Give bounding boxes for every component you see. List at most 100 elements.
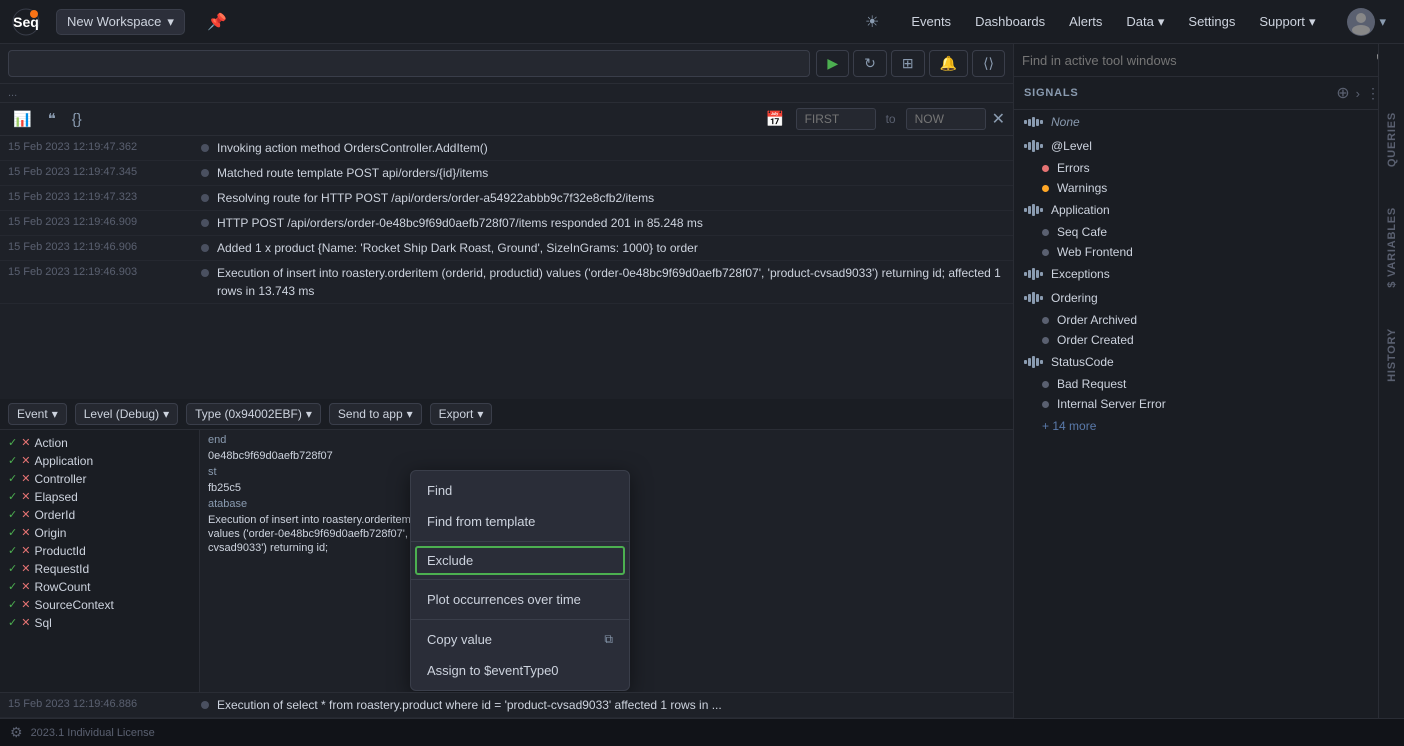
search-input[interactable] xyxy=(8,50,810,77)
context-plot-occurrences[interactable]: Plot occurrences over time xyxy=(411,584,629,615)
center-panel: ▶ ↻ ⊞ 🔔 ⟨⟩ ... 📊 ❝ {} 📅 to ✕ 15 xyxy=(0,44,1014,718)
alert-button[interactable]: 🔔 xyxy=(929,50,968,77)
export-filter-dropdown[interactable]: Export ▾ xyxy=(430,403,493,425)
signal-child-orderarchived[interactable]: Order Archived xyxy=(1014,310,1404,330)
version-text: 2023.1 Individual License xyxy=(31,727,155,739)
copy-value-label: Copy value xyxy=(427,632,492,647)
signal-section-ordering[interactable]: Ordering ▲ xyxy=(1014,286,1404,310)
tab-variables[interactable]: $ VARIABLES xyxy=(1382,199,1402,296)
x-icon[interactable]: ✕ xyxy=(21,454,30,467)
signal-item-none[interactable]: None xyxy=(1014,110,1404,134)
more-signals[interactable]: + 14 more xyxy=(1014,414,1404,438)
log-entry: 15 Feb 2023 12:19:46.909 HTTP POST /api/… xyxy=(0,211,1013,236)
calendar-icon[interactable]: 📅 xyxy=(761,107,790,131)
log-container[interactable]: 15 Feb 2023 12:19:47.362 Invoking action… xyxy=(0,136,1013,399)
log-timestamp: 15 Feb 2023 12:19:46.903 xyxy=(8,264,193,278)
sendtoapp-filter-dropdown[interactable]: Send to app ▾ xyxy=(329,403,422,425)
signal-child-seqcafe[interactable]: Seq Cafe xyxy=(1014,222,1404,242)
x-icon[interactable]: ✕ xyxy=(21,598,30,611)
context-find[interactable]: Find xyxy=(411,475,629,506)
export-filter-label: Export xyxy=(439,407,474,421)
nav-settings[interactable]: Settings xyxy=(1178,8,1245,35)
log-entry: 15 Feb 2023 12:19:46.886 Execution of se… xyxy=(0,693,1013,718)
level-filter-dropdown[interactable]: Level (Debug) ▾ xyxy=(75,403,178,425)
check-icon: ✓ xyxy=(8,526,17,539)
play-button[interactable]: ▶ xyxy=(816,50,849,77)
log-entry: 15 Feb 2023 12:19:47.345 Matched route t… xyxy=(0,161,1013,186)
check-icon: ✓ xyxy=(8,598,17,611)
nav-data[interactable]: Data ▾ xyxy=(1116,8,1174,36)
signal-child-badrequest[interactable]: Bad Request xyxy=(1014,374,1404,394)
event-filter-dropdown[interactable]: Event ▾ xyxy=(8,403,67,425)
x-icon[interactable]: ✕ xyxy=(21,580,30,593)
x-icon[interactable]: ✕ xyxy=(21,562,30,575)
x-icon[interactable]: ✕ xyxy=(21,508,30,521)
check-icon: ✓ xyxy=(8,454,17,467)
nav-dashboards[interactable]: Dashboards xyxy=(965,8,1055,35)
error-dot-icon xyxy=(1042,165,1049,172)
log-detail: end 0e48bc9f69d0aefb728f07 st fb25c5 ata… xyxy=(200,430,1013,693)
signals-add-button[interactable]: ⊕ xyxy=(1336,83,1349,103)
x-icon[interactable]: ✕ xyxy=(21,544,30,557)
nav-support[interactable]: Support ▾ xyxy=(1249,8,1325,36)
to-date-input[interactable] xyxy=(906,108,986,130)
signal-child-errors[interactable]: Errors xyxy=(1014,158,1404,178)
log-message: Execution of select * from roastery.prod… xyxy=(217,696,722,714)
from-date-input[interactable] xyxy=(796,108,876,130)
chart-icon[interactable]: 📊 xyxy=(8,107,37,131)
signal-child-label: Internal Server Error xyxy=(1057,397,1166,411)
grid-button[interactable]: ⊞ xyxy=(891,50,925,77)
signal-section-label: StatusCode xyxy=(1051,355,1374,369)
tab-history[interactable]: HISTORY xyxy=(1382,320,1402,390)
workspace-button[interactable]: New Workspace ▾ xyxy=(56,9,185,35)
support-chevron-icon: ▾ xyxy=(1309,14,1316,30)
user-menu[interactable]: ▾ xyxy=(1341,6,1392,38)
signal-section-level[interactable]: @Level ▲ xyxy=(1014,134,1404,158)
seqcafe-dot-icon xyxy=(1042,229,1049,236)
x-icon[interactable]: ✕ xyxy=(21,616,30,629)
tab-queries[interactable]: QUERIES xyxy=(1382,104,1402,175)
nav-links: Events Dashboards Alerts Data ▾ Settings… xyxy=(901,8,1325,36)
log-dot xyxy=(201,144,209,152)
right-search-input[interactable] xyxy=(1022,53,1372,68)
signal-child-ordercreated[interactable]: Order Created xyxy=(1014,330,1404,350)
quote-icon[interactable]: ❝ xyxy=(43,107,61,131)
context-assign[interactable]: Assign to $eventType0 xyxy=(411,655,629,686)
nav-events[interactable]: Events xyxy=(901,8,961,35)
clear-date-button[interactable]: ✕ xyxy=(992,109,1005,129)
log-dot xyxy=(201,269,209,277)
signals-next-button[interactable]: › xyxy=(1356,86,1360,101)
signal-child-label: Warnings xyxy=(1057,181,1107,195)
x-icon[interactable]: ✕ xyxy=(21,472,30,485)
signal-child-warnings[interactable]: Warnings xyxy=(1014,178,1404,198)
bottom-bar: ⚙ 2023.1 Individual License xyxy=(0,718,1404,746)
nav-alerts[interactable]: Alerts xyxy=(1059,8,1112,35)
braces-icon[interactable]: {} xyxy=(67,108,87,131)
property-row-action: ✓ ✕ Action xyxy=(0,434,199,452)
x-icon[interactable]: ✕ xyxy=(21,526,30,539)
signal-section-statuscode[interactable]: StatusCode ▲ xyxy=(1014,350,1404,374)
log-message: HTTP POST /api/orders/order-0e48bc9f69d0… xyxy=(217,214,703,232)
log-timestamp: 15 Feb 2023 12:19:47.362 xyxy=(8,139,193,153)
signal-name-none: None xyxy=(1051,115,1080,129)
context-copy-value[interactable]: Copy value ⧉ xyxy=(411,624,629,655)
loop-button[interactable]: ↻ xyxy=(853,50,887,77)
check-icon: ✓ xyxy=(8,472,17,485)
avatar xyxy=(1347,8,1375,36)
signal-child-webfrontend[interactable]: Web Frontend xyxy=(1014,242,1404,262)
property-area: ✓ ✕ Action ✓ ✕ Application ✓ ✕ Controlle… xyxy=(0,430,1013,693)
theme-toggle-icon[interactable]: ☀ xyxy=(859,8,885,36)
x-icon[interactable]: ✕ xyxy=(21,436,30,449)
context-find-from-template[interactable]: Find from template xyxy=(411,506,629,537)
share-button[interactable]: ⟨⟩ xyxy=(972,50,1005,77)
right-tab-strip: QUERIES $ VARIABLES HISTORY xyxy=(1378,44,1404,718)
type-filter-dropdown[interactable]: Type (0x94002EBF) ▾ xyxy=(186,403,321,425)
context-exclude[interactable]: Exclude xyxy=(415,546,625,575)
check-icon: ✓ xyxy=(8,544,17,557)
signal-section-application[interactable]: Application ▲ xyxy=(1014,198,1404,222)
pin-icon[interactable]: 📌 xyxy=(201,8,233,36)
signal-child-internalservererror[interactable]: Internal Server Error xyxy=(1014,394,1404,414)
filter-bar: 📊 ❝ {} 📅 to ✕ xyxy=(0,103,1013,136)
x-icon[interactable]: ✕ xyxy=(21,490,30,503)
signal-section-exceptions[interactable]: Exceptions xyxy=(1014,262,1404,286)
